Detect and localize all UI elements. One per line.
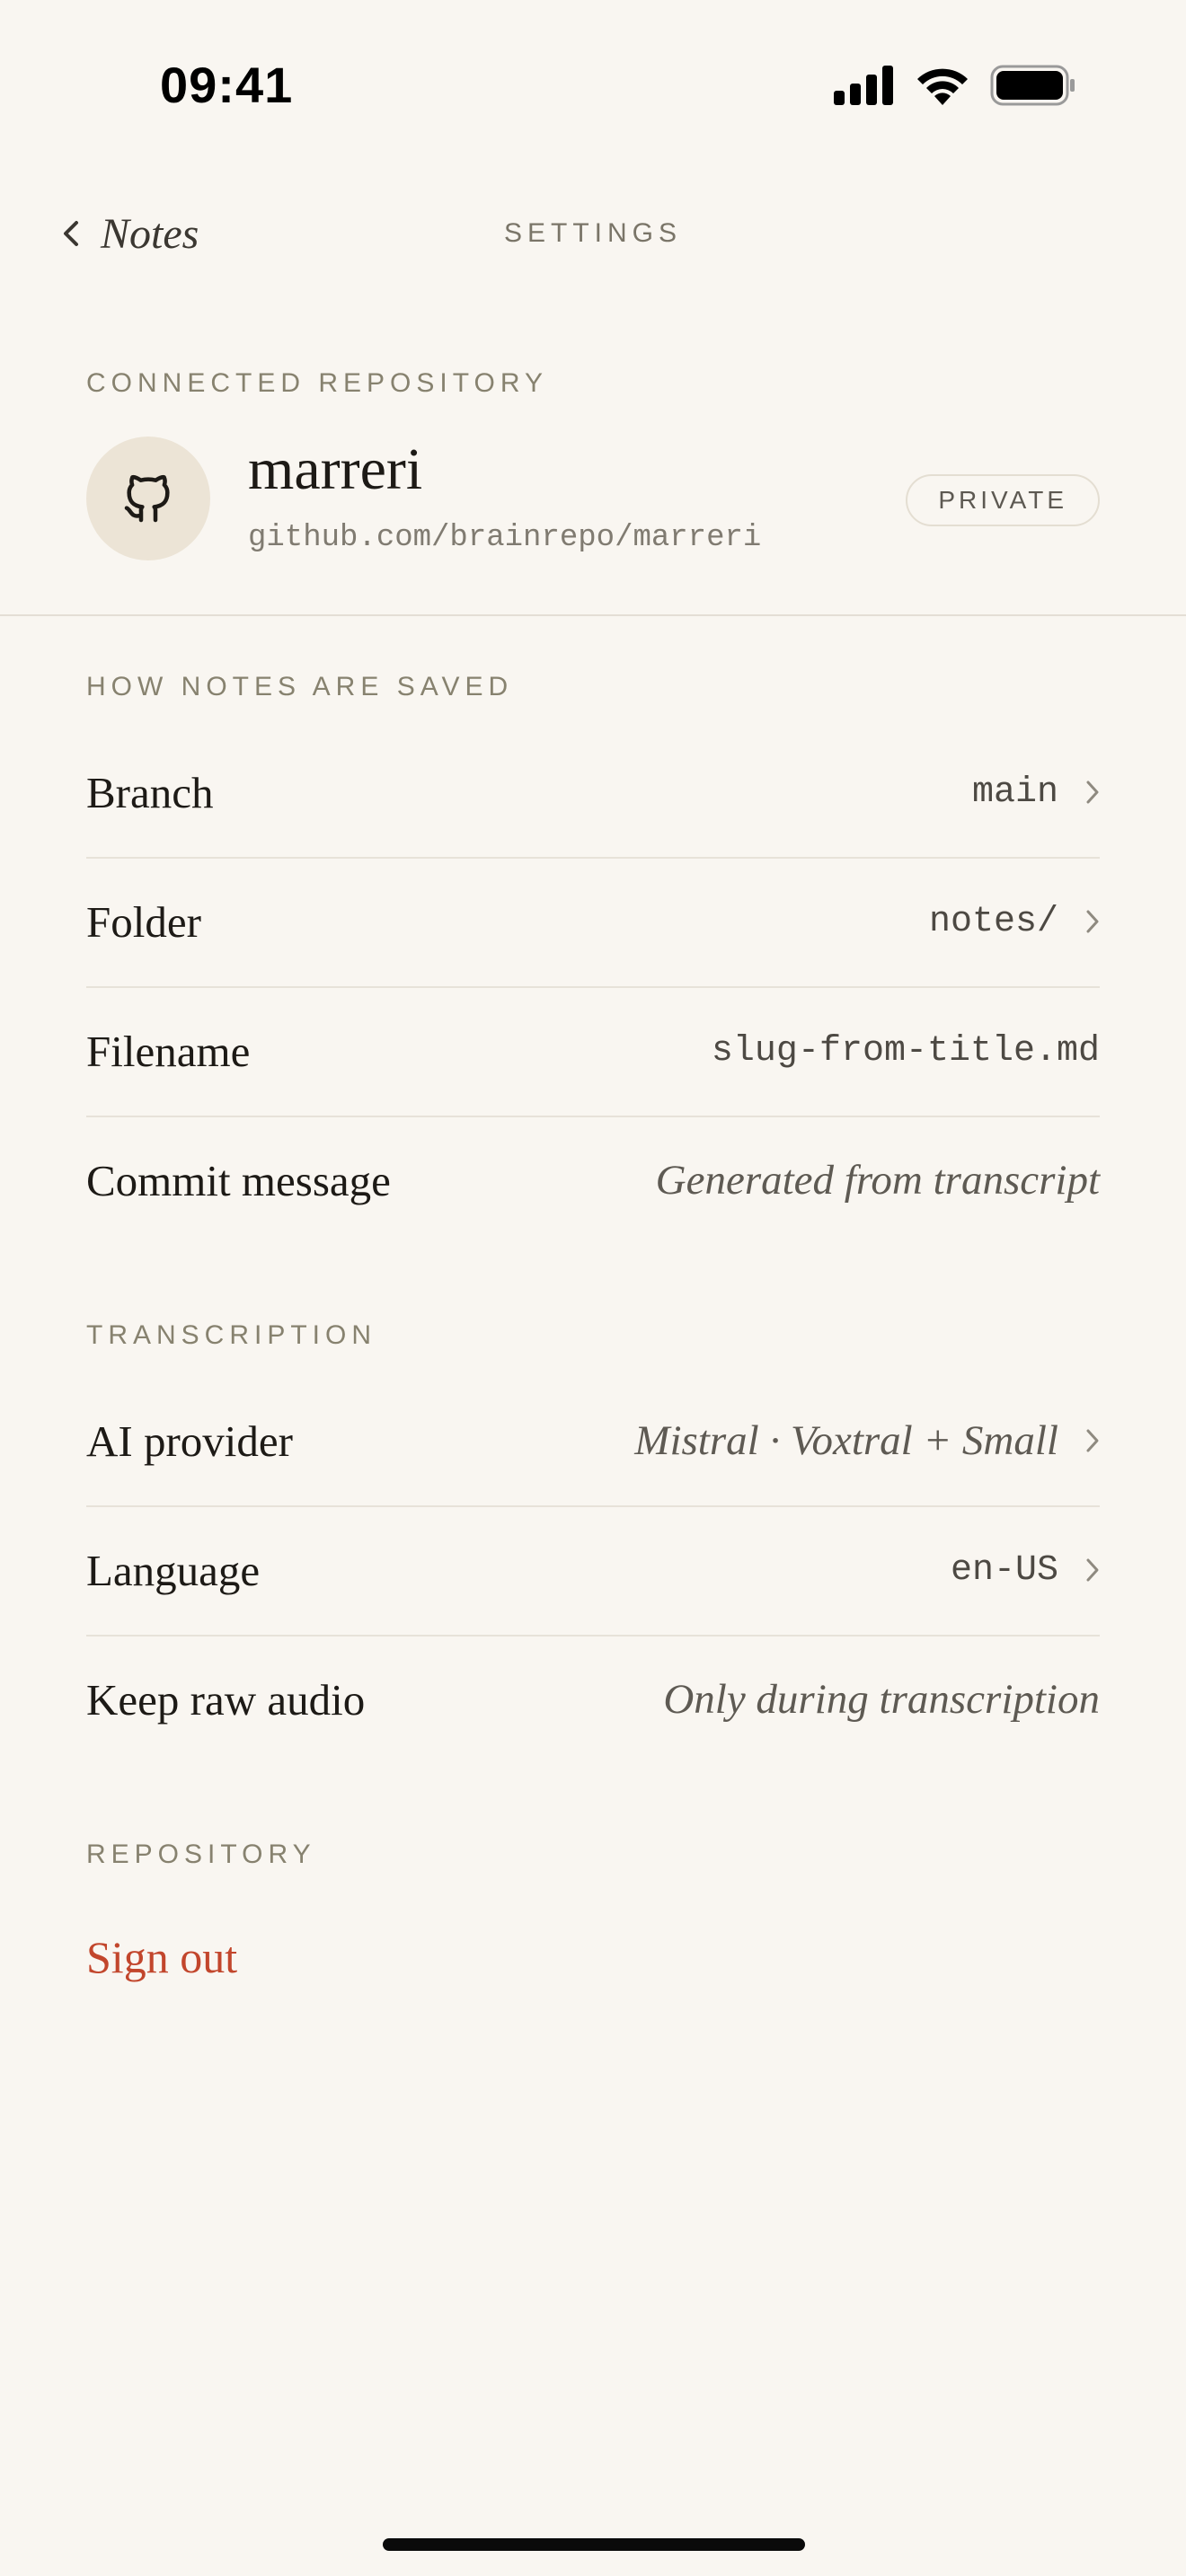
folder-value: notes/ <box>928 901 1058 942</box>
setting-row-language[interactable]: Language en-US <box>86 1505 1100 1636</box>
cellular-signal-icon <box>834 66 893 105</box>
repo-avatar <box>86 437 210 560</box>
row-label: Folder <box>86 896 201 947</box>
setting-row-filename: Filename slug-from-title.md <box>86 986 1100 1117</box>
row-label: Language <box>86 1545 261 1595</box>
wifi-icon <box>917 68 968 105</box>
repository-card: marreri github.com/brainrepo/marreri PRI… <box>86 437 1100 560</box>
page-title: SETTINGS <box>503 218 682 248</box>
setting-row-commit-message: Commit message Generated from transcript <box>86 1116 1100 1245</box>
keep-raw-audio-value: Only during transcription <box>663 1676 1100 1723</box>
branch-value: main <box>971 772 1058 813</box>
chevron-right-icon <box>1086 1429 1099 1452</box>
setting-row-folder[interactable]: Folder notes/ <box>86 857 1100 988</box>
chevron-right-icon <box>1086 781 1099 804</box>
row-label: AI provider <box>86 1416 293 1466</box>
repo-name: marreri <box>248 437 423 502</box>
sign-out-button[interactable]: Sign out <box>86 1931 237 1983</box>
row-label: Filename <box>86 1026 251 1076</box>
row-label: Commit message <box>86 1155 391 1205</box>
section-label-connected-repository: CONNECTED REPOSITORY <box>86 368 548 398</box>
private-badge: PRIVATE <box>906 474 1100 526</box>
repo-url: github.com/brainrepo/marreri <box>248 521 762 555</box>
status-bar: 09:41 <box>0 0 1186 180</box>
ai-provider-value: Mistral · Voxtral + Small <box>634 1417 1058 1464</box>
section-label-repository: REPOSITORY <box>86 1839 316 1869</box>
row-label: Keep raw audio <box>86 1674 366 1725</box>
setting-row-ai-provider[interactable]: AI provider Mistral · Voxtral + Small <box>86 1376 1100 1507</box>
status-icons <box>834 65 1076 106</box>
setting-row-branch[interactable]: Branch main <box>86 728 1100 859</box>
home-indicator <box>383 2538 805 2551</box>
chevron-right-icon <box>1086 910 1099 933</box>
language-value: en-US <box>950 1549 1058 1591</box>
setting-row-keep-raw-audio: Keep raw audio Only during transcription <box>86 1635 1100 1764</box>
commit-message-value: Generated from transcript <box>655 1157 1100 1204</box>
chevron-right-icon <box>1086 1558 1099 1582</box>
status-time: 09:41 <box>160 57 294 113</box>
section-divider <box>0 614 1186 616</box>
github-icon <box>124 474 170 523</box>
battery-icon <box>990 65 1075 106</box>
row-label: Branch <box>86 767 214 817</box>
section-label-transcription: TRANSCRIPTION <box>86 1320 377 1350</box>
nav-bar: Notes SETTINGS <box>0 198 1186 269</box>
filename-value: slug-from-title.md <box>711 1030 1100 1072</box>
section-label-how-notes-saved: HOW NOTES ARE SAVED <box>86 672 514 701</box>
